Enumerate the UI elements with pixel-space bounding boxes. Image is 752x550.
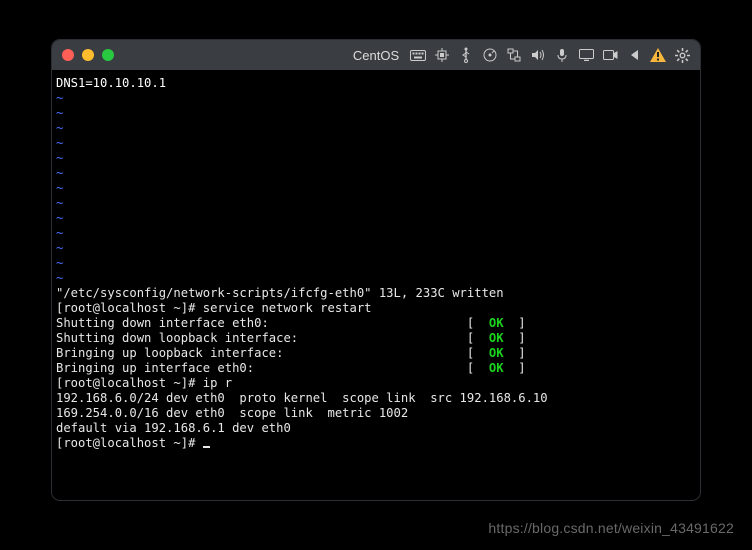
keyboard-icon[interactable] — [410, 47, 426, 63]
vim-tilde: ~ — [56, 121, 63, 135]
back-icon[interactable] — [626, 47, 642, 63]
titlebar: CentOS — [52, 40, 700, 70]
camera-icon[interactable] — [602, 47, 618, 63]
traffic-lights — [62, 49, 114, 61]
prompt-line: [root@localhost ~]# ip r — [56, 376, 232, 390]
mic-icon[interactable] — [554, 47, 570, 63]
written-line: "/etc/sysconfig/network-scripts/ifcfg-et… — [56, 286, 504, 300]
vim-tilde: ~ — [56, 241, 63, 255]
dns-line: DNS1=10.10.10.1 — [56, 76, 166, 90]
disc-icon[interactable] — [482, 47, 498, 63]
usb-icon[interactable] — [458, 47, 474, 63]
vim-tilde: ~ — [56, 91, 63, 105]
route-line: 169.254.0.0/16 dev eth0 scope link metri… — [56, 406, 408, 420]
status-line: Shutting down loopback interface: [ OK ] — [56, 331, 526, 345]
vim-tilde: ~ — [56, 226, 63, 240]
vim-tilde: ~ — [56, 166, 63, 180]
maximize-button[interactable] — [102, 49, 114, 61]
vm-window: CentOS — [52, 40, 700, 500]
close-button[interactable] — [62, 49, 74, 61]
toolbar — [410, 47, 690, 63]
route-line: default via 192.168.6.1 dev eth0 — [56, 421, 291, 435]
prompt-line: [root@localhost ~]# — [56, 436, 203, 450]
vim-tilde: ~ — [56, 196, 63, 210]
status-line: Bringing up loopback interface: [ OK ] — [56, 346, 526, 360]
terminal-area[interactable]: DNS1=10.10.10.1 ~ ~ ~ ~ ~ ~ ~ ~ ~ ~ ~ ~ … — [52, 70, 700, 500]
watermark: https://blog.csdn.net/weixin_43491622 — [488, 520, 734, 536]
settings-icon[interactable] — [674, 47, 690, 63]
prompt-line: [root@localhost ~]# service network rest… — [56, 301, 372, 315]
vim-tilde: ~ — [56, 136, 63, 150]
status-line: Shutting down interface eth0: [ OK ] — [56, 316, 526, 330]
display-icon[interactable] — [578, 47, 594, 63]
vim-tilde: ~ — [56, 271, 63, 285]
network-icon[interactable] — [506, 47, 522, 63]
status-line: Bringing up interface eth0: [ OK ] — [56, 361, 526, 375]
minimize-button[interactable] — [82, 49, 94, 61]
vim-tilde: ~ — [56, 181, 63, 195]
vim-tilde: ~ — [56, 106, 63, 120]
sound-icon[interactable] — [530, 47, 546, 63]
route-line: 192.168.6.0/24 dev eth0 proto kernel sco… — [56, 391, 548, 405]
vim-tilde: ~ — [56, 151, 63, 165]
warning-icon[interactable] — [650, 47, 666, 63]
cpu-icon[interactable] — [434, 47, 450, 63]
vim-tilde: ~ — [56, 211, 63, 225]
vim-tilde: ~ — [56, 256, 63, 270]
cursor — [203, 446, 210, 448]
